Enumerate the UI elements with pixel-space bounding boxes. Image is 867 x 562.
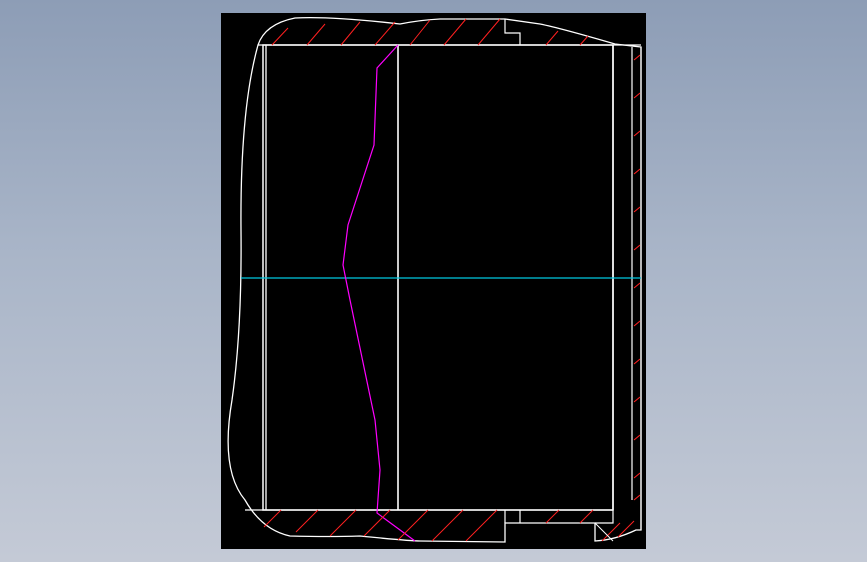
bottom-right-step: [504, 510, 614, 524]
profile-curve: [342, 44, 416, 542]
cad-viewport[interactable]: [221, 13, 646, 549]
top-hatching: [271, 18, 589, 46]
top-right-step: [504, 19, 521, 45]
cad-drawing: [227, 16, 642, 543]
outer-boundary-curve: [227, 16, 642, 543]
